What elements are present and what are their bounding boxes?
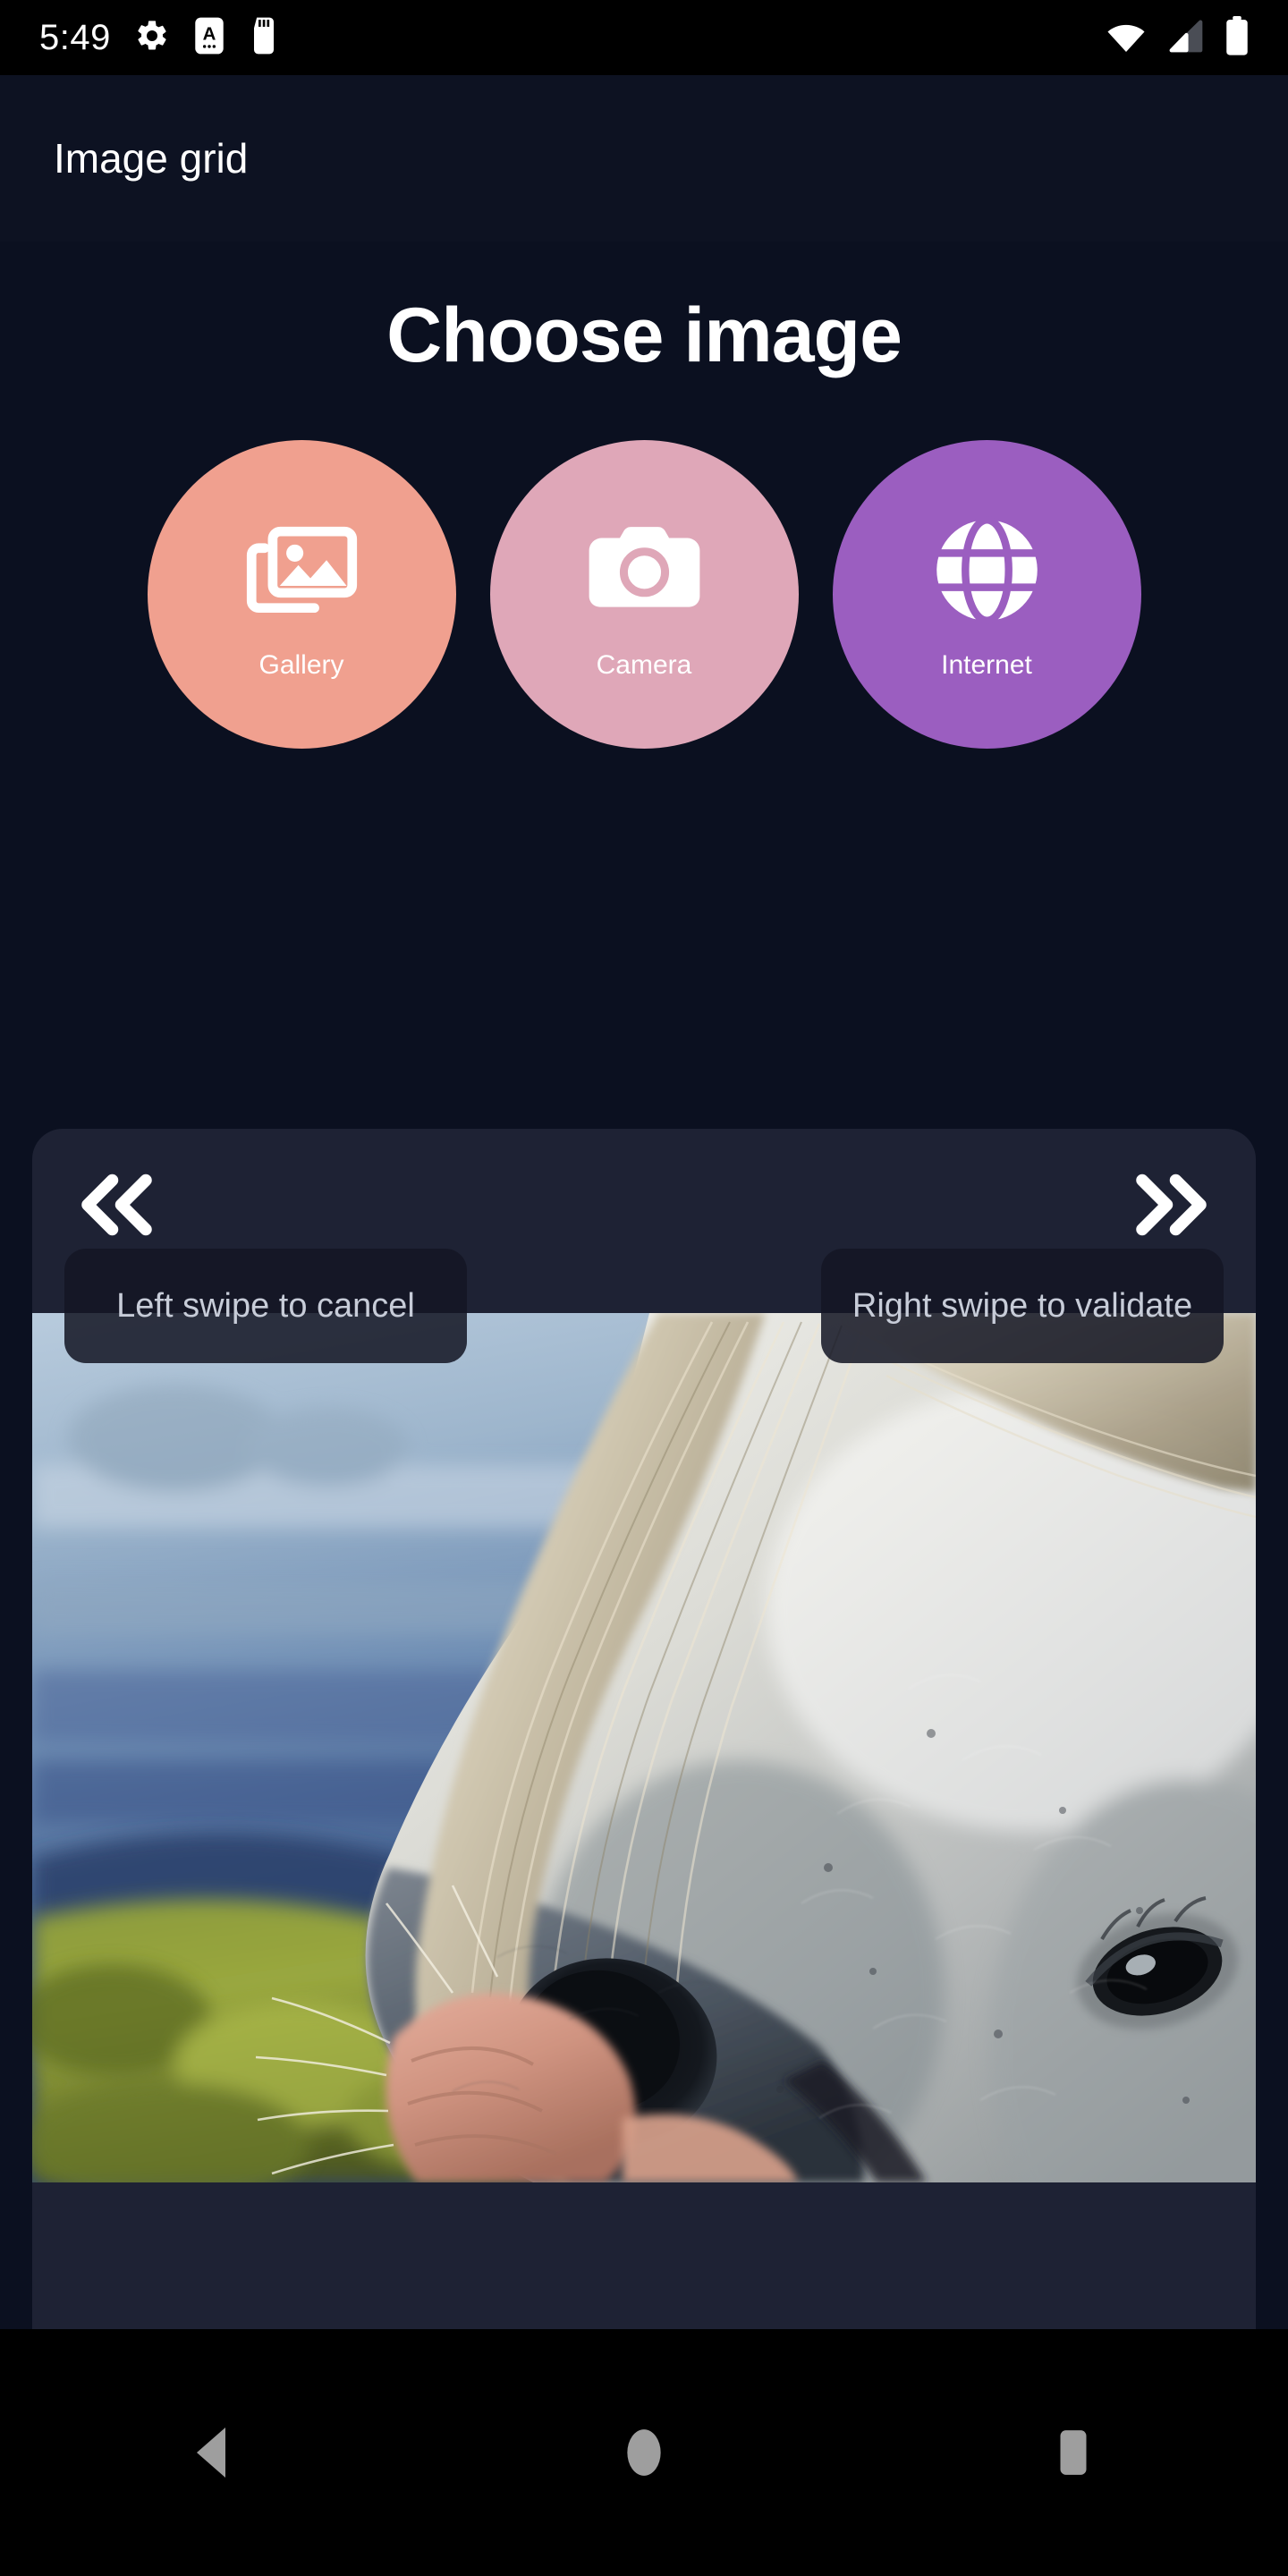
chevron-double-left-icon[interactable]	[70, 1166, 168, 1243]
globe-icon	[927, 510, 1047, 631]
home-circle-icon[interactable]	[564, 2394, 724, 2511]
left-swipe-hint: Left swipe to cancel	[64, 1249, 467, 1363]
source-label-internet: Internet	[941, 650, 1032, 680]
svg-text:A: A	[202, 24, 216, 44]
android-auto-icon: A	[193, 16, 225, 60]
status-bar-clock: 5:49	[39, 18, 111, 57]
source-button-internet[interactable]: Internet	[832, 440, 1141, 749]
page-title: Choose image	[386, 292, 902, 378]
source-button-gallery[interactable]: Gallery	[147, 440, 456, 749]
back-triangle-icon[interactable]	[134, 2394, 295, 2511]
wifi-icon	[1106, 19, 1147, 57]
camera-icon	[584, 510, 705, 631]
main-content: Choose image Gallery Camera Internet Lef…	[0, 242, 1288, 2370]
app-bar-title: Image grid	[54, 135, 249, 182]
sd-card-icon	[249, 16, 279, 60]
status-bar-left-group: 5:49 A	[39, 16, 279, 60]
right-swipe-hint: Right swipe to validate	[821, 1249, 1224, 1363]
battery-icon	[1225, 15, 1249, 60]
chevron-double-right-icon[interactable]	[1120, 1166, 1218, 1243]
android-navigation-bar	[0, 2329, 1288, 2576]
recents-square-icon[interactable]	[993, 2394, 1154, 2511]
source-button-camera[interactable]: Camera	[489, 440, 799, 749]
status-bar: 5:49 A	[0, 0, 1288, 75]
photo-library-icon	[242, 510, 362, 631]
settings-gear-icon	[134, 18, 170, 58]
image-source-row: Gallery Camera Internet	[0, 440, 1288, 749]
preview-photo	[32, 1313, 1256, 2182]
status-bar-right-group	[1106, 15, 1249, 60]
source-label-gallery: Gallery	[258, 650, 344, 680]
cellular-signal-icon	[1166, 19, 1206, 57]
image-preview-card[interactable]: Left swipe to cancel Right swipe to vali…	[32, 1129, 1256, 2370]
source-label-camera: Camera	[596, 650, 692, 680]
app-bar: Image grid	[0, 75, 1288, 242]
